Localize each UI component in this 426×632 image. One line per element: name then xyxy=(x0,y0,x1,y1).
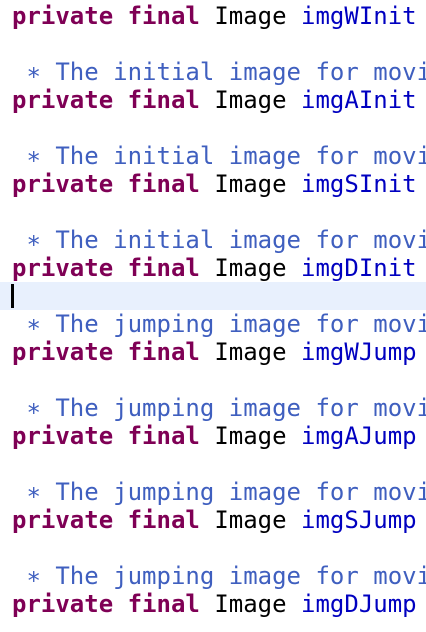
keyword-final: final xyxy=(127,506,200,534)
comment-star: ∗ xyxy=(26,58,41,86)
comment-text: The jumping image for movi xyxy=(55,394,426,422)
javadoc-comment: ∗ The jumping image for movi xyxy=(12,478,426,506)
current-line-highlight[interactable] xyxy=(0,282,426,310)
javadoc-comment: ∗ The initial image for movi xyxy=(12,226,426,254)
type-name: Image xyxy=(214,422,287,450)
keyword-final: final xyxy=(127,254,200,282)
comment-star: ∗ xyxy=(26,478,41,506)
field-declaration: private final Image imgSInit xyxy=(12,170,417,198)
code-line[interactable]: private final Image imgWInit xyxy=(0,2,426,30)
keyword-final: final xyxy=(127,338,200,366)
comment-star: ∗ xyxy=(26,226,41,254)
keyword-private: private xyxy=(12,338,114,366)
keyword-private: private xyxy=(12,2,114,30)
field-name: imgWJump xyxy=(301,338,417,366)
type-name: Image xyxy=(214,254,287,282)
keyword-private: private xyxy=(12,170,114,198)
javadoc-comment: ∗ The jumping image for movi xyxy=(12,562,426,590)
keyword-final: final xyxy=(127,170,200,198)
comment-text: The initial image for movi xyxy=(55,142,426,170)
code-line[interactable]: ∗ The initial image for movi xyxy=(0,142,426,170)
comment-text: The initial image for movi xyxy=(55,226,426,254)
code-line[interactable]: private final Image imgAJump xyxy=(0,422,426,450)
keyword-private: private xyxy=(12,422,114,450)
keyword-final: final xyxy=(127,422,200,450)
field-declaration: private final Image imgAJump xyxy=(12,422,417,450)
keyword-final: final xyxy=(127,2,200,30)
code-line[interactable]: ∗ The initial image for movi xyxy=(0,226,426,254)
type-name: Image xyxy=(214,2,287,30)
type-name: Image xyxy=(214,590,287,618)
code-line[interactable]: ∗ The initial image for movi xyxy=(0,58,426,86)
code-line[interactable]: private final Image imgAInit xyxy=(0,86,426,114)
code-line[interactable]: ∗ The jumping image for movi xyxy=(0,562,426,590)
field-name: imgWInit xyxy=(301,2,417,30)
code-line[interactable]: ∗ The jumping image for movi xyxy=(0,478,426,506)
comment-star: ∗ xyxy=(26,394,41,422)
field-name: imgAInit xyxy=(301,86,417,114)
comment-text: The initial image for movi xyxy=(55,58,426,86)
code-editor[interactable]: private final Image imgWInit ∗ The initi… xyxy=(0,0,426,632)
keyword-private: private xyxy=(12,506,114,534)
field-name: imgDInit xyxy=(301,254,417,282)
javadoc-comment: ∗ The jumping image for movi xyxy=(12,310,426,338)
type-name: Image xyxy=(214,170,287,198)
keyword-private: private xyxy=(12,86,114,114)
field-declaration: private final Image imgDInit xyxy=(12,254,417,282)
comment-text: The jumping image for movi xyxy=(55,478,426,506)
type-name: Image xyxy=(214,506,287,534)
field-declaration: private final Image imgWJump xyxy=(12,338,417,366)
field-name: imgSInit xyxy=(301,170,417,198)
code-line[interactable]: private final Image imgDJump xyxy=(0,590,426,618)
type-name: Image xyxy=(214,338,287,366)
comment-star: ∗ xyxy=(26,310,41,338)
comment-star: ∗ xyxy=(26,562,41,590)
javadoc-comment: ∗ The initial image for movi xyxy=(12,142,426,170)
field-declaration: private final Image imgWInit xyxy=(12,2,417,30)
keyword-final: final xyxy=(127,590,200,618)
text-cursor xyxy=(11,284,14,308)
field-declaration: private final Image imgSJump xyxy=(12,506,417,534)
code-line[interactable]: private final Image imgWJump xyxy=(0,338,426,366)
code-line[interactable]: ∗ The jumping image for movi xyxy=(0,310,426,338)
code-line[interactable]: ∗ The jumping image for movi xyxy=(0,394,426,422)
field-declaration: private final Image imgAInit xyxy=(12,86,417,114)
javadoc-comment: ∗ The initial image for movi xyxy=(12,58,426,86)
code-line[interactable]: private final Image imgSJump xyxy=(0,506,426,534)
field-name: imgSJump xyxy=(301,506,417,534)
field-declaration: private final Image imgDJump xyxy=(12,590,417,618)
field-name: imgDJump xyxy=(301,590,417,618)
type-name: Image xyxy=(214,86,287,114)
keyword-final: final xyxy=(127,86,200,114)
keyword-private: private xyxy=(12,590,114,618)
code-line[interactable]: private final Image imgDInit xyxy=(0,254,426,282)
javadoc-comment: ∗ The jumping image for movi xyxy=(12,394,426,422)
field-name: imgAJump xyxy=(301,422,417,450)
comment-star: ∗ xyxy=(26,142,41,170)
code-line[interactable]: private final Image imgSInit xyxy=(0,170,426,198)
comment-text: The jumping image for movi xyxy=(55,310,426,338)
comment-text: The jumping image for movi xyxy=(55,562,426,590)
keyword-private: private xyxy=(12,254,114,282)
